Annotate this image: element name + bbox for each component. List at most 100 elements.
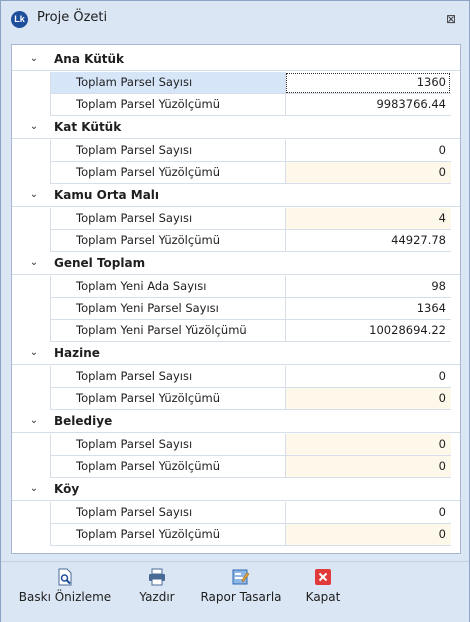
- row-value-cell[interactable]: 4: [285, 208, 451, 230]
- property-grid: ⌄ Ana Kütük Toplam Parsel Sayısı 1360 To…: [11, 44, 461, 554]
- close-label: Kapat: [305, 590, 341, 604]
- print-preview-button[interactable]: Baskı Önizleme: [9, 568, 121, 616]
- row-value[interactable]: 0: [439, 391, 446, 405]
- group-header-hazine[interactable]: ⌄ Hazine: [12, 343, 460, 365]
- row-value[interactable]: 4: [439, 211, 446, 225]
- report-design-icon: [232, 569, 250, 585]
- group-header-koy[interactable]: ⌄ Köy: [12, 479, 460, 501]
- group-header-genel-toplam[interactable]: ⌄ Genel Toplam: [12, 253, 460, 275]
- chevron-down-icon[interactable]: ⌄: [27, 119, 41, 135]
- row-value-cell[interactable]: 0: [285, 456, 451, 478]
- row-label: Toplam Yeni Parsel Sayısı: [76, 301, 219, 315]
- group-header-belediye[interactable]: ⌄ Belediye: [12, 411, 460, 433]
- chevron-down-icon[interactable]: ⌄: [27, 481, 41, 497]
- grid-row[interactable]: Toplam Yeni Parsel Yüzölçümü 10028694.22: [12, 320, 460, 342]
- row-value-cell[interactable]: 1360: [285, 72, 451, 94]
- row-label: Toplam Parsel Yüzölçümü: [76, 233, 220, 247]
- row-label-cell: Toplam Parsel Yüzölçümü: [50, 162, 285, 184]
- chevron-down-icon[interactable]: ⌄: [27, 255, 41, 271]
- group-header-ana-kutuk[interactable]: ⌄ Ana Kütük: [12, 49, 460, 71]
- chevron-down-icon[interactable]: ⌄: [27, 51, 41, 67]
- grid-row[interactable]: Toplam Parsel Yüzölçümü 0: [12, 456, 460, 478]
- grid-row[interactable]: Toplam Parsel Sayısı 0: [12, 434, 460, 456]
- grid-row[interactable]: Toplam Parsel Sayısı 4: [12, 208, 460, 230]
- chevron-down-icon[interactable]: ⌄: [27, 345, 41, 361]
- grid-row[interactable]: Toplam Parsel Sayısı 0: [12, 366, 460, 388]
- grid-row[interactable]: Toplam Yeni Ada Sayısı 98: [12, 276, 460, 298]
- window-close-button[interactable]: ⊠: [443, 12, 459, 26]
- row-label-cell: Toplam Parsel Sayısı: [50, 72, 285, 94]
- row-value-cell[interactable]: 98: [285, 276, 451, 298]
- print-preview-label: Baskı Önizleme: [18, 590, 112, 604]
- row-label-cell: Toplam Parsel Sayısı: [50, 140, 285, 162]
- print-button[interactable]: Yazdır: [132, 568, 182, 616]
- row-value[interactable]: 0: [439, 165, 446, 179]
- row-value-cell[interactable]: 0: [285, 502, 451, 524]
- row-value-cell[interactable]: 0: [285, 434, 451, 456]
- row-label-cell: Toplam Parsel Yüzölçümü: [50, 230, 285, 252]
- grid-row[interactable]: Toplam Parsel Yüzölçümü 9983766.44: [12, 94, 460, 116]
- window-title: Proje Özeti: [37, 10, 108, 25]
- grid-row[interactable]: Toplam Parsel Sayısı 1360: [12, 72, 460, 94]
- row-value-cell[interactable]: 9983766.44: [285, 94, 451, 116]
- row-value[interactable]: 0: [439, 143, 446, 157]
- row-value[interactable]: 0: [439, 505, 446, 519]
- grid-row[interactable]: Toplam Parsel Yüzölçümü 0: [12, 388, 460, 410]
- row-label-cell: Toplam Yeni Parsel Yüzölçümü: [50, 320, 285, 342]
- row-value[interactable]: 0: [439, 369, 446, 383]
- row-value[interactable]: 44927.78: [391, 233, 446, 247]
- row-label-cell: Toplam Parsel Sayısı: [50, 502, 285, 524]
- row-label-cell: Toplam Parsel Sayısı: [50, 366, 285, 388]
- grid-row[interactable]: Toplam Parsel Yüzölçümü 0: [12, 524, 460, 546]
- close-button[interactable]: Kapat: [299, 568, 347, 616]
- printer-icon: [149, 568, 165, 586]
- report-design-label: Rapor Tasarla: [200, 590, 282, 604]
- row-value[interactable]: 0: [439, 459, 446, 473]
- group-header-kat-kutuk[interactable]: ⌄ Kat Kütük: [12, 117, 460, 139]
- row-label: Toplam Parsel Yüzölçümü: [76, 527, 220, 541]
- grid-row[interactable]: Toplam Parsel Yüzölçümü 0: [12, 162, 460, 184]
- row-label-cell: Toplam Parsel Yüzölçümü: [50, 524, 285, 546]
- row-value-cell[interactable]: 10028694.22: [285, 320, 451, 342]
- group-label: Ana Kütük: [54, 52, 124, 66]
- row-value[interactable]: 98: [431, 279, 446, 293]
- row-value[interactable]: 1364: [417, 301, 446, 315]
- row-label: Toplam Parsel Sayısı: [76, 211, 193, 225]
- chevron-down-icon[interactable]: ⌄: [27, 413, 41, 429]
- grid-row[interactable]: Toplam Parsel Yüzölçümü 44927.78: [12, 230, 460, 252]
- group-header-kamu-orta-mali[interactable]: ⌄ Kamu Orta Malı: [12, 185, 460, 207]
- row-label: Toplam Parsel Yüzölçümü: [76, 459, 220, 473]
- grid-row[interactable]: Toplam Yeni Parsel Sayısı 1364: [12, 298, 460, 320]
- row-value-cell[interactable]: 1364: [285, 298, 451, 320]
- row-label: Toplam Parsel Sayısı: [76, 437, 193, 451]
- title-bar[interactable]: Lk Proje Özeti ⊠: [1, 1, 469, 36]
- row-value-cell[interactable]: 0: [285, 366, 451, 388]
- chevron-down-icon[interactable]: ⌄: [27, 187, 41, 203]
- group-label: Köy: [54, 482, 80, 496]
- print-preview-icon: [58, 568, 72, 586]
- row-label-cell: Toplam Parsel Yüzölçümü: [50, 456, 285, 478]
- grid-row[interactable]: Toplam Parsel Sayısı 0: [12, 502, 460, 524]
- row-value-cell[interactable]: 0: [285, 162, 451, 184]
- row-value[interactable]: 0: [439, 527, 446, 541]
- row-label: Toplam Parsel Sayısı: [76, 505, 193, 519]
- row-label-cell: Toplam Yeni Parsel Sayısı: [50, 298, 285, 320]
- row-label-cell: Toplam Parsel Yüzölçümü: [50, 94, 285, 116]
- row-label-cell: Toplam Parsel Yüzölçümü: [50, 388, 285, 410]
- row-value[interactable]: 1360: [417, 75, 446, 89]
- row-label: Toplam Yeni Ada Sayısı: [76, 279, 207, 293]
- app-logo-icon: Lk: [11, 11, 28, 28]
- group-label: Genel Toplam: [54, 256, 146, 270]
- row-value-cell[interactable]: 0: [285, 140, 451, 162]
- row-value[interactable]: 9983766.44: [376, 97, 446, 111]
- grid-row[interactable]: Toplam Parsel Sayısı 0: [12, 140, 460, 162]
- row-label: Toplam Yeni Parsel Yüzölçümü: [76, 323, 247, 337]
- row-value-cell[interactable]: 44927.78: [285, 230, 451, 252]
- row-value-cell[interactable]: 0: [285, 524, 451, 546]
- report-design-button[interactable]: Rapor Tasarla: [194, 568, 288, 616]
- row-value[interactable]: 10028694.22: [369, 323, 446, 337]
- row-value-cell[interactable]: 0: [285, 388, 451, 410]
- print-label: Yazdır: [139, 590, 175, 604]
- row-value[interactable]: 0: [439, 437, 446, 451]
- group-label: Kamu Orta Malı: [54, 188, 160, 202]
